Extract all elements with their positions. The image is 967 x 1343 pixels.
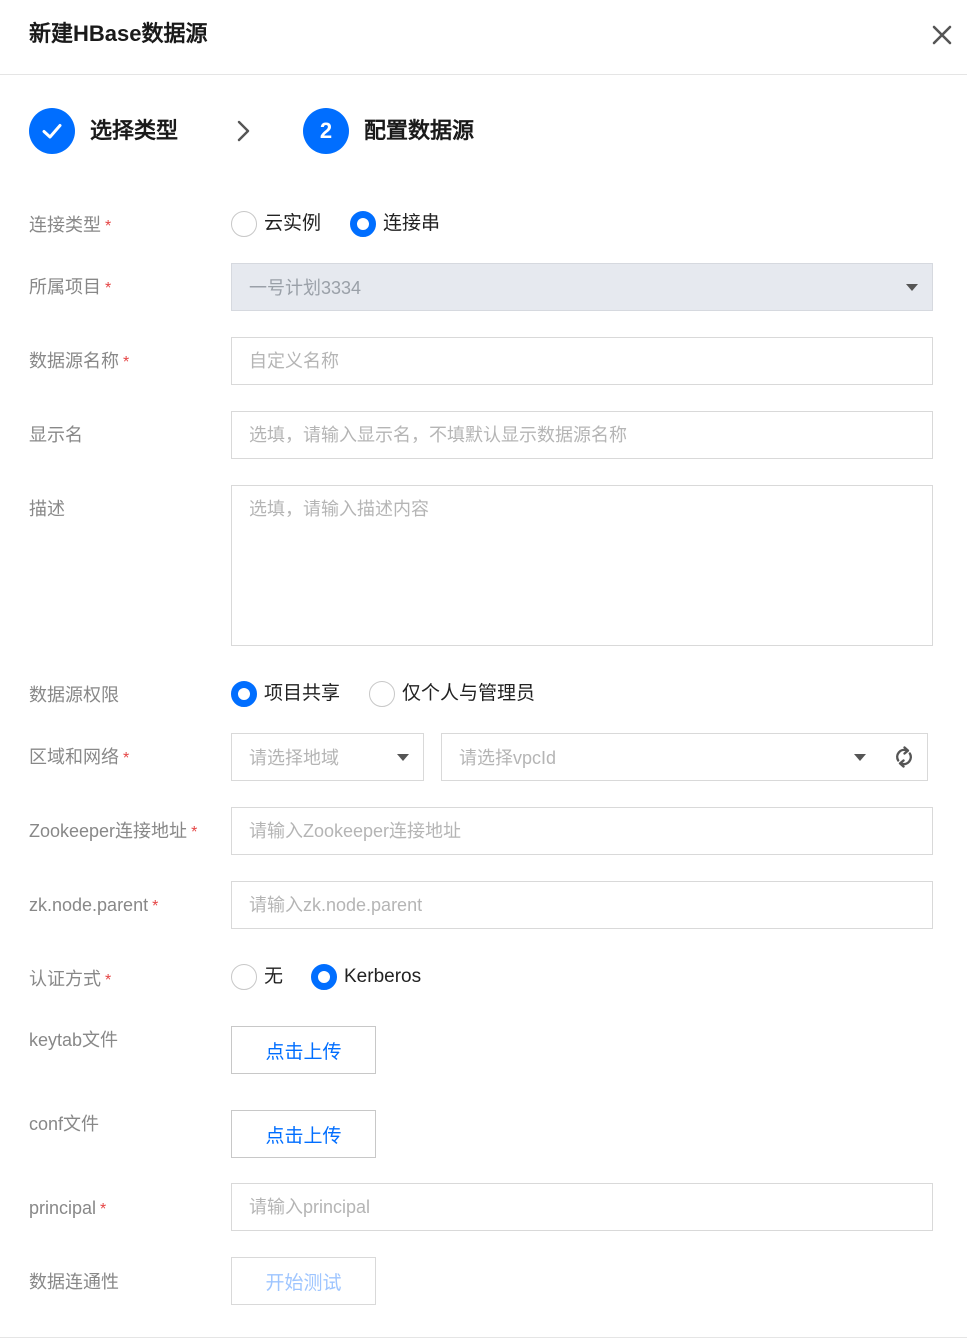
step-2-label: 配置数据源	[364, 118, 475, 143]
radio-auth-none[interactable]: 无	[231, 963, 283, 991]
principal-input[interactable]	[231, 1183, 933, 1231]
caret-down-icon	[854, 754, 866, 761]
radio-project-shared[interactable]: 项目共享	[231, 680, 340, 708]
region-select[interactable]: 请选择地域	[231, 733, 424, 781]
dialog-title: 新建HBase数据源	[29, 21, 208, 46]
keytab-label: keytab文件	[29, 1030, 119, 1050]
project-label: 所属项目 *	[29, 277, 112, 297]
caret-down-icon	[906, 284, 918, 291]
refresh-icon[interactable]	[880, 733, 928, 781]
step-2-number: 2	[303, 108, 349, 154]
caret-down-icon	[397, 754, 409, 761]
zookeeper-label: Zookeeper连接地址 *	[29, 821, 198, 841]
keytab-upload-button[interactable]: 点击上传	[231, 1026, 376, 1074]
display-name-label: 显示名	[29, 425, 83, 445]
connectivity-label: 数据连通性	[29, 1272, 119, 1292]
project-select: 一号计划3334	[231, 263, 933, 311]
radio-personal-admin[interactable]: 仅个人与管理员	[369, 680, 535, 708]
description-label: 描述	[29, 499, 65, 519]
description-textarea[interactable]	[231, 485, 933, 646]
zk-parent-input[interactable]	[231, 881, 933, 929]
dialog-header: 新建HBase数据源	[0, 0, 967, 75]
conf-label: conf文件	[29, 1114, 100, 1134]
step-1-label: 选择类型	[90, 118, 179, 143]
close-icon[interactable]	[926, 19, 958, 51]
radio-auth-kerberos[interactable]: Kerberos	[311, 963, 421, 991]
radio-connection-string[interactable]: 连接串	[350, 210, 440, 238]
chevron-right-icon	[230, 118, 256, 144]
principal-label: principal *	[29, 1198, 107, 1218]
step-1-check-icon	[29, 108, 75, 154]
zookeeper-input[interactable]	[231, 807, 933, 855]
permission-label: 数据源权限	[29, 685, 119, 705]
vpc-select[interactable]: 请选择vpcId	[441, 733, 881, 781]
zk-parent-label: zk.node.parent *	[29, 895, 159, 915]
start-test-button[interactable]: 开始测试	[231, 1257, 376, 1305]
stepper: 选择类型 2 配置数据源	[29, 108, 929, 154]
connection-type-label: 连接类型 *	[29, 215, 112, 235]
region-network-label: 区域和网络 *	[29, 747, 130, 767]
conf-upload-button[interactable]: 点击上传	[231, 1110, 376, 1158]
footer-divider	[0, 1337, 967, 1338]
auth-method-label: 认证方式 *	[29, 969, 112, 989]
display-name-input[interactable]	[231, 411, 933, 459]
datasource-name-input[interactable]	[231, 337, 933, 385]
datasource-name-label: 数据源名称 *	[29, 351, 130, 371]
radio-cloud-instance[interactable]: 云实例	[231, 210, 321, 238]
